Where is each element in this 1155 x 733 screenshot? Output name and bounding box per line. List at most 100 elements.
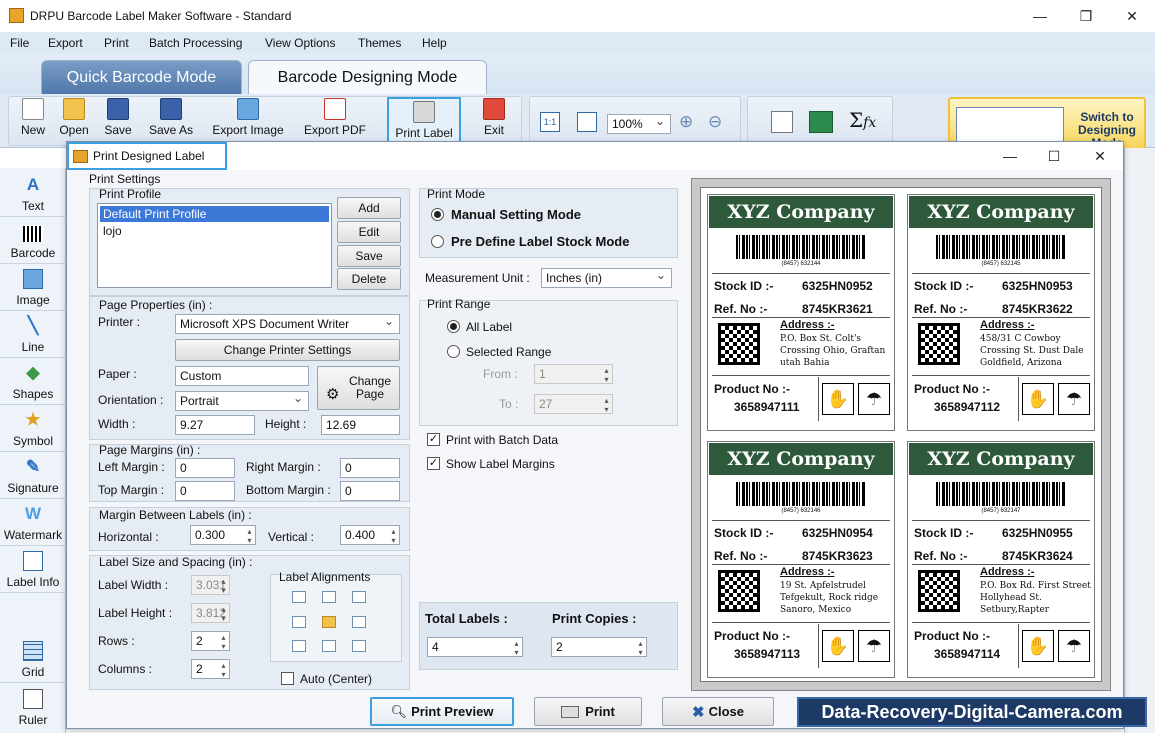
- profile-add-button[interactable]: Add: [337, 197, 401, 219]
- align-bottom-left[interactable]: [292, 640, 306, 652]
- auto-center-checkbox[interactable]: [281, 672, 294, 685]
- print-profile-list[interactable]: Default Print Profile lojo: [97, 203, 332, 288]
- dialog-close-icon[interactable]: ✕: [1077, 142, 1123, 170]
- tool-image[interactable]: Image: [0, 264, 66, 311]
- tool-symbol[interactable]: ★ Symbol: [0, 405, 66, 452]
- exit-button[interactable]: Exit: [480, 98, 508, 142]
- new-button[interactable]: New: [18, 98, 48, 142]
- save-as-button[interactable]: Save As: [145, 98, 197, 142]
- fit-to-window-icon[interactable]: [577, 112, 597, 132]
- measurement-unit-select[interactable]: Inches (in): [541, 268, 672, 288]
- close-button[interactable]: ✖ Close: [662, 697, 774, 726]
- label-alignments-box: [270, 574, 402, 662]
- open-label: Open: [59, 123, 89, 137]
- tool-text[interactable]: A Text: [0, 170, 66, 217]
- zoom-in-icon[interactable]: ⊕: [679, 112, 693, 132]
- print-preview-button[interactable]: 🔍︎ Print Preview: [370, 697, 514, 726]
- align-middle-left[interactable]: [292, 616, 306, 628]
- bottom-margin-field[interactable]: 0: [340, 481, 400, 501]
- export-image-button[interactable]: Export Image: [208, 98, 288, 142]
- align-bottom-center[interactable]: [322, 640, 336, 652]
- vertical-spacing-field[interactable]: 0.400: [340, 525, 400, 545]
- actual-size-icon[interactable]: 1:1: [540, 112, 560, 132]
- manual-mode-radio[interactable]: [431, 208, 444, 221]
- app-title: DRPU Barcode Label Maker Software - Stan…: [30, 9, 292, 23]
- minimize-icon[interactable]: —: [1017, 0, 1063, 32]
- open-button[interactable]: Open: [58, 98, 90, 142]
- show-margins-checkbox[interactable]: ✓: [427, 457, 440, 470]
- dialog-maximize-icon[interactable]: ☐: [1031, 142, 1077, 170]
- range-from-field[interactable]: 1: [534, 364, 613, 384]
- align-top-right[interactable]: [352, 591, 366, 603]
- top-margin-field[interactable]: 0: [175, 481, 235, 501]
- tool-line[interactable]: ╲ Line: [0, 311, 66, 358]
- range-to-field[interactable]: 27: [534, 394, 613, 414]
- print-label-button[interactable]: Print Label: [387, 97, 461, 143]
- print-copies-field[interactable]: 2: [551, 637, 647, 657]
- tab-quick-barcode-mode[interactable]: Quick Barcode Mode: [41, 60, 242, 94]
- selected-range-radio[interactable]: [447, 345, 460, 358]
- excel-import-icon[interactable]: [809, 111, 833, 133]
- menu-batch-processing[interactable]: Batch Processing: [149, 36, 242, 50]
- page-width-field[interactable]: 9.27: [175, 415, 255, 435]
- formula-icon[interactable]: Σfx: [849, 108, 876, 132]
- menu-help[interactable]: Help: [422, 36, 447, 50]
- menu-themes[interactable]: Themes: [358, 36, 401, 50]
- align-top-left[interactable]: [292, 591, 306, 603]
- rows-field[interactable]: 2: [191, 631, 230, 651]
- profile-save-button[interactable]: Save: [337, 245, 401, 267]
- tab-barcode-designing-mode[interactable]: Barcode Designing Mode: [248, 60, 487, 94]
- align-middle-center[interactable]: [322, 616, 336, 628]
- divider: [818, 377, 819, 421]
- zoom-out-icon[interactable]: ⊖: [708, 112, 722, 132]
- change-page-button[interactable]: ⚙ Change Page: [317, 366, 400, 410]
- menu-file[interactable]: File: [10, 36, 29, 50]
- watermark-banner: Data-Recovery-Digital-Camera.com: [797, 697, 1147, 727]
- left-margin-field[interactable]: 0: [175, 458, 235, 478]
- batch-data-checkbox[interactable]: ✓: [427, 433, 440, 446]
- tool-grid[interactable]: Grid: [0, 636, 66, 683]
- print-button[interactable]: Print: [534, 697, 642, 726]
- product-no-label: Product No :-: [714, 382, 790, 396]
- columns-field[interactable]: 2: [191, 659, 230, 679]
- total-labels-field[interactable]: 4: [427, 637, 523, 657]
- profile-item-lojo[interactable]: lojo: [100, 224, 329, 238]
- tool-watermark[interactable]: W Watermark: [0, 499, 66, 546]
- maximize-icon[interactable]: ❐: [1063, 0, 1109, 32]
- tool-barcode[interactable]: Barcode: [0, 217, 66, 264]
- all-label-radio[interactable]: [447, 320, 460, 333]
- tool-ruler[interactable]: Ruler: [0, 683, 66, 730]
- divider: [712, 375, 890, 376]
- left-tool-bar: A Text Barcode Image ╲ Line ◆ Shapes ★ Symbo…: [0, 168, 66, 733]
- tool-label-info[interactable]: Label Info: [0, 546, 66, 593]
- align-top-center[interactable]: [322, 591, 336, 603]
- edit-data-icon[interactable]: [771, 111, 793, 133]
- export-pdf-button[interactable]: Export PDF: [302, 98, 368, 142]
- close-icon[interactable]: ✕: [1109, 0, 1155, 32]
- save-button[interactable]: Save: [102, 98, 134, 142]
- align-middle-right[interactable]: [352, 616, 366, 628]
- predefine-mode-radio[interactable]: [431, 235, 444, 248]
- profile-edit-button[interactable]: Edit: [337, 221, 401, 243]
- zoom-select[interactable]: 100%: [607, 114, 671, 134]
- tool-shapes[interactable]: ◆ Shapes: [0, 358, 66, 405]
- label-width-field[interactable]: 3.031: [191, 575, 230, 595]
- change-printer-settings-button[interactable]: Change Printer Settings: [175, 339, 400, 361]
- paper-field[interactable]: Custom: [175, 366, 309, 386]
- right-margin-field[interactable]: 0: [340, 458, 400, 478]
- menu-view-options[interactable]: View Options: [265, 36, 335, 50]
- page-height-field[interactable]: 12.69: [321, 415, 400, 435]
- print-range-title: Print Range: [427, 297, 491, 311]
- menu-export[interactable]: Export: [48, 36, 83, 50]
- profile-delete-button[interactable]: Delete: [337, 268, 401, 290]
- dialog-minimize-icon[interactable]: —: [987, 142, 1033, 170]
- horizontal-spacing-field[interactable]: 0.300: [190, 525, 256, 545]
- orientation-select[interactable]: Portrait: [175, 391, 309, 411]
- menu-print[interactable]: Print: [104, 36, 129, 50]
- printer-select[interactable]: Microsoft XPS Document Writer: [175, 314, 400, 334]
- tool-signature[interactable]: ✎ Signature: [0, 452, 66, 499]
- product-no-value: 3658947111: [734, 400, 800, 414]
- profile-item-default[interactable]: Default Print Profile: [100, 206, 329, 222]
- label-height-field[interactable]: 3.812: [191, 603, 230, 623]
- align-bottom-right[interactable]: [352, 640, 366, 652]
